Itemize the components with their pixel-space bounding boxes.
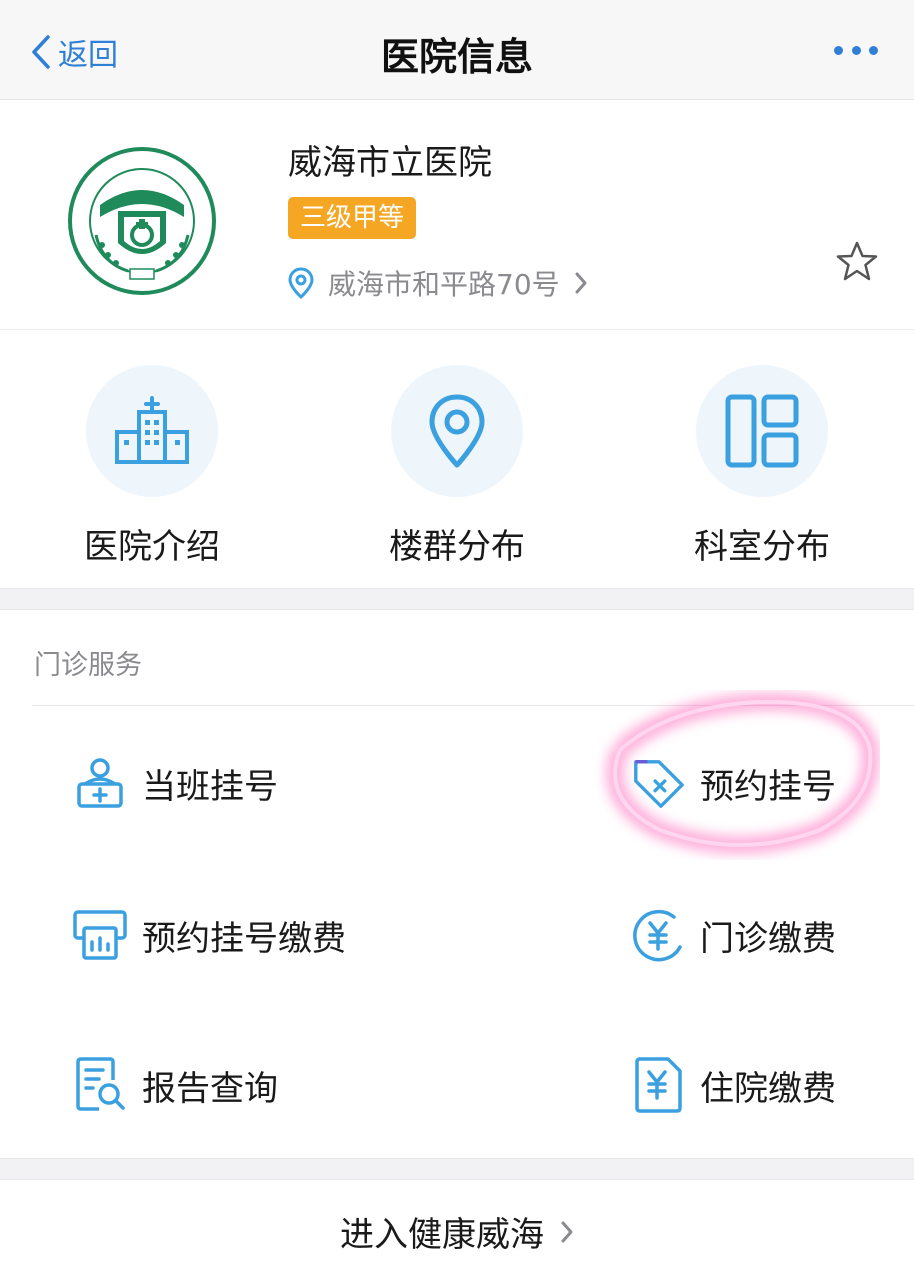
report-search-icon [72,1057,128,1113]
quick-nav-label: 医院介绍 [84,527,220,567]
hospital-card: 威海市立医院 三级甲等 威海市和平路70号 [0,101,914,330]
service-label: 预约挂号缴费 [142,918,346,959]
appointment-tag-icon [630,755,686,811]
quick-nav-department-map[interactable]: 科室分布 [652,365,872,568]
service-label: 预约挂号 [700,766,836,807]
address-text: 威海市和平路70号 [328,268,560,301]
quick-nav-building-map[interactable]: 楼群分布 [347,365,567,568]
chevron-right-icon [561,1221,573,1242]
hospital-building-icon [86,365,218,497]
divider [32,705,914,706]
service-label: 报告查询 [142,1068,278,1109]
section-divider [0,1158,914,1180]
appointment-payment-icon [72,907,128,963]
section-title: 门诊服务 [34,650,142,681]
inpatient-payment-icon [630,1057,686,1113]
appointment-payment-button[interactable]: 预约挂号缴费 [72,905,346,965]
more-dots-icon[interactable] [834,40,878,60]
enter-label: 进入健康威海 [340,1215,544,1255]
appointment-registration-button[interactable]: 预约挂号 [630,753,836,813]
service-label: 当班挂号 [142,766,278,807]
chevron-right-icon [575,272,587,294]
inpatient-payment-button[interactable]: 住院缴费 [630,1055,836,1115]
hospital-logo [68,147,216,295]
quick-nav: 医院介绍 楼群分布 科室分布 [0,331,914,588]
nav-header: 返回 医院信息 [0,0,914,100]
hospital-name: 威海市立医院 [288,143,492,183]
quick-nav-label: 科室分布 [694,527,830,567]
level-badge: 三级甲等 [288,197,417,239]
favorite-star-icon[interactable] [834,239,880,285]
quick-nav-hospital-intro[interactable]: 医院介绍 [42,365,262,568]
page-title: 医院信息 [380,35,533,79]
section-divider [0,588,914,610]
address-link[interactable]: 威海市和平路70号 [288,261,588,305]
department-layout-icon [696,365,828,497]
location-pin-icon [391,365,523,497]
footer: 进入健康威海 [0,1181,914,1280]
yuan-circle-icon [630,907,686,963]
location-pin-icon [288,267,314,299]
enter-health-weihai-link[interactable]: 进入健康威海 [0,1207,914,1256]
outpatient-section: 门诊服务 当班挂号 预约挂号 预约挂号缴费 门诊缴费 报告查询 住院缴费 [0,611,914,1158]
same-day-registration-icon [72,755,128,811]
quick-nav-label: 楼群分布 [389,527,525,567]
outpatient-payment-button[interactable]: 门诊缴费 [630,905,836,965]
same-day-registration-button[interactable]: 当班挂号 [72,753,278,813]
report-query-button[interactable]: 报告查询 [72,1055,278,1115]
service-label: 住院缴费 [700,1068,836,1109]
service-label: 门诊缴费 [700,918,836,959]
